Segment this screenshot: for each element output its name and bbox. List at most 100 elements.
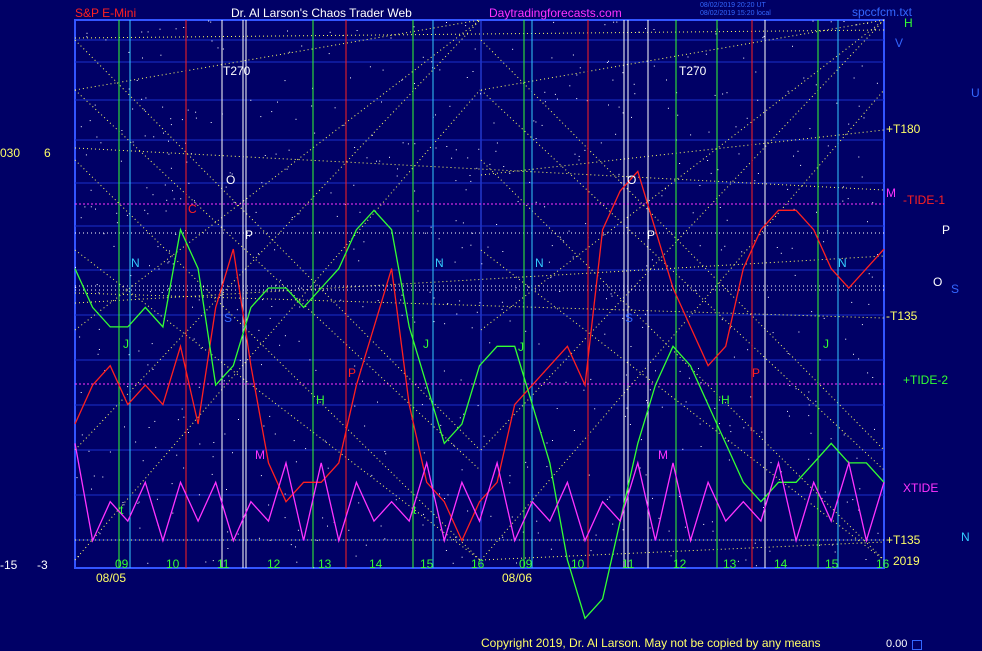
marker-p: P xyxy=(647,228,656,242)
star-dot xyxy=(622,317,624,319)
star-dot xyxy=(853,353,854,355)
hour-label: 13 xyxy=(318,557,332,571)
star-dot xyxy=(538,343,540,345)
star-dot xyxy=(79,336,81,338)
right-label-xtide: XTIDE xyxy=(903,481,939,495)
right-label-n: N xyxy=(961,530,970,544)
star-dot xyxy=(809,128,811,130)
marker-t: t xyxy=(413,503,417,517)
star-dot xyxy=(791,247,793,249)
star-dot xyxy=(195,111,197,113)
marker-m: M xyxy=(658,448,668,462)
star-dot xyxy=(655,370,656,372)
star-dot xyxy=(160,54,162,56)
hour-label: 16 xyxy=(876,557,890,571)
star-dot xyxy=(608,60,609,62)
star-dot xyxy=(554,93,556,95)
star-dot xyxy=(816,211,817,213)
star-dot xyxy=(102,476,104,478)
hour-label: 14 xyxy=(369,557,383,571)
hour-label: 11 xyxy=(622,557,635,571)
star-dot xyxy=(141,31,143,33)
star-dot xyxy=(687,56,689,58)
star-dot xyxy=(284,517,286,519)
star-dot xyxy=(836,102,838,104)
star-dot xyxy=(141,98,143,100)
star-dot xyxy=(476,167,478,169)
star-dot xyxy=(579,67,581,69)
star-dot xyxy=(233,201,235,203)
star-dot xyxy=(422,524,424,526)
star-dot xyxy=(355,555,357,557)
star-dot xyxy=(792,45,793,47)
star-dot xyxy=(584,149,586,151)
star-dot xyxy=(541,124,543,126)
star-dot xyxy=(414,190,416,192)
site-link[interactable]: Daytradingforecasts.com xyxy=(489,6,622,20)
star-dot xyxy=(622,112,624,114)
star-dot xyxy=(298,213,300,215)
star-dot xyxy=(168,153,170,155)
right-label-v: V xyxy=(895,36,904,50)
marker-o: O xyxy=(627,173,637,187)
star-dot xyxy=(722,93,724,95)
star-dot xyxy=(830,21,832,23)
star-dot xyxy=(188,432,189,433)
star-dot xyxy=(682,448,684,450)
star-dot xyxy=(384,538,386,540)
star-dot xyxy=(877,532,879,534)
star-dot xyxy=(763,507,764,509)
star-dot xyxy=(733,356,735,358)
star-dot xyxy=(711,521,713,523)
star-dot xyxy=(198,494,200,496)
star-dot xyxy=(556,98,558,100)
star-dot xyxy=(772,332,774,334)
star-dot xyxy=(212,560,214,562)
star-dot xyxy=(238,419,239,420)
star-dot xyxy=(867,221,868,223)
star-dot xyxy=(446,22,447,23)
star-dot xyxy=(503,166,505,167)
star-dot xyxy=(611,295,613,297)
star-dot xyxy=(630,346,632,347)
star-dot xyxy=(132,108,134,110)
star-dot xyxy=(798,331,800,333)
star-dot xyxy=(721,319,723,321)
star-dot xyxy=(407,143,409,145)
star-dot xyxy=(97,353,99,355)
star-dot xyxy=(309,359,311,361)
star-dot xyxy=(590,378,592,380)
star-dot xyxy=(479,302,481,304)
star-dot xyxy=(868,273,870,275)
star-dot xyxy=(164,184,166,186)
star-dot xyxy=(288,149,290,151)
star-dot xyxy=(444,323,446,325)
star-dot xyxy=(496,224,498,225)
star-dot xyxy=(649,389,651,391)
star-dot xyxy=(222,48,224,50)
star-dot xyxy=(810,432,812,434)
star-dot xyxy=(400,299,402,301)
marker-j: J xyxy=(823,337,829,351)
star-dot xyxy=(296,561,298,563)
star-dot xyxy=(183,467,185,469)
star-dot xyxy=(181,119,183,121)
star-dot xyxy=(640,439,642,441)
star-dot xyxy=(327,467,329,469)
star-dot xyxy=(401,79,403,81)
star-dot xyxy=(550,277,552,279)
star-dot xyxy=(172,190,173,192)
star-dot xyxy=(808,391,810,393)
star-dot xyxy=(385,453,387,455)
star-dot xyxy=(463,413,465,415)
star-dot xyxy=(761,431,763,433)
star-dot xyxy=(354,147,356,148)
right-label-tide1: -TIDE-1 xyxy=(903,193,945,207)
star-dot xyxy=(692,212,694,214)
star-dot xyxy=(340,299,342,301)
star-dot xyxy=(227,531,229,533)
star-dot xyxy=(762,37,764,39)
star-dot xyxy=(80,126,82,128)
axis-label-bottom-1: -15 xyxy=(0,558,18,572)
star-dot xyxy=(743,57,745,59)
